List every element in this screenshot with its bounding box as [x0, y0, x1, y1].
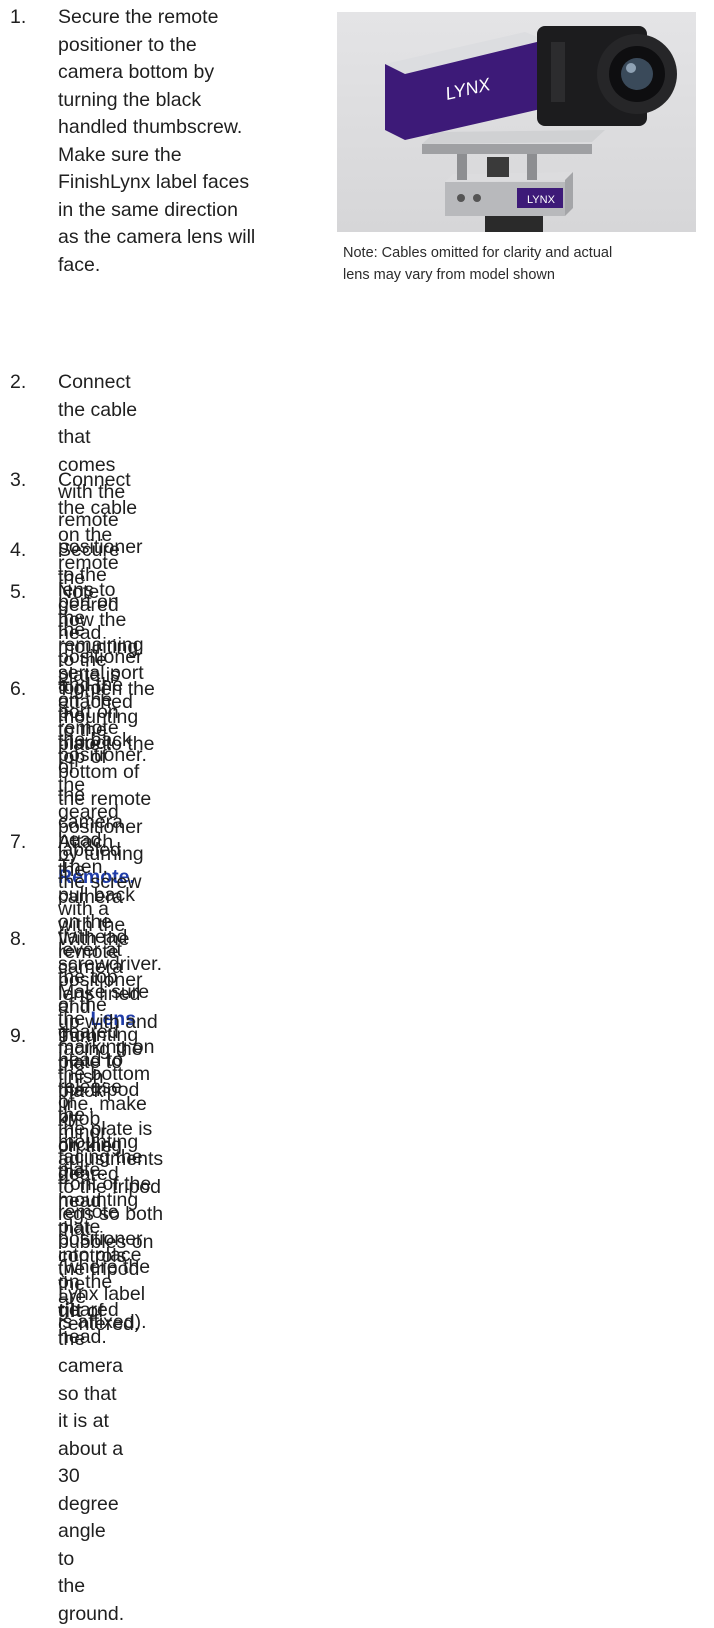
step-number: 4.	[10, 539, 27, 561]
step-number: 6.	[10, 678, 27, 700]
camera-photo: LYNX LYNX	[337, 12, 696, 232]
positioner-label: LYNX	[527, 194, 556, 206]
photo-caption: Note: Cables omitted for clarity and act…	[343, 245, 613, 283]
step-text: Secure the remote positioner to the came…	[58, 6, 256, 276]
step-number: 3.	[10, 469, 27, 491]
step-number: 7.	[10, 831, 27, 853]
step-number: 1.	[10, 6, 27, 28]
tilt-term: tilt	[58, 1300, 82, 1322]
instruction-page: 1. Secure the remote positioner to the c…	[0, 0, 714, 1625]
step-number: 5.	[10, 581, 27, 603]
step-number: 9.	[10, 1025, 27, 1047]
camera-illustration: LYNX LYNX	[385, 26, 677, 232]
step-text: Turn the black knob on the geared head t…	[58, 1025, 127, 1625]
step-number: 2.	[10, 371, 27, 393]
step-number: 8.	[10, 928, 27, 950]
